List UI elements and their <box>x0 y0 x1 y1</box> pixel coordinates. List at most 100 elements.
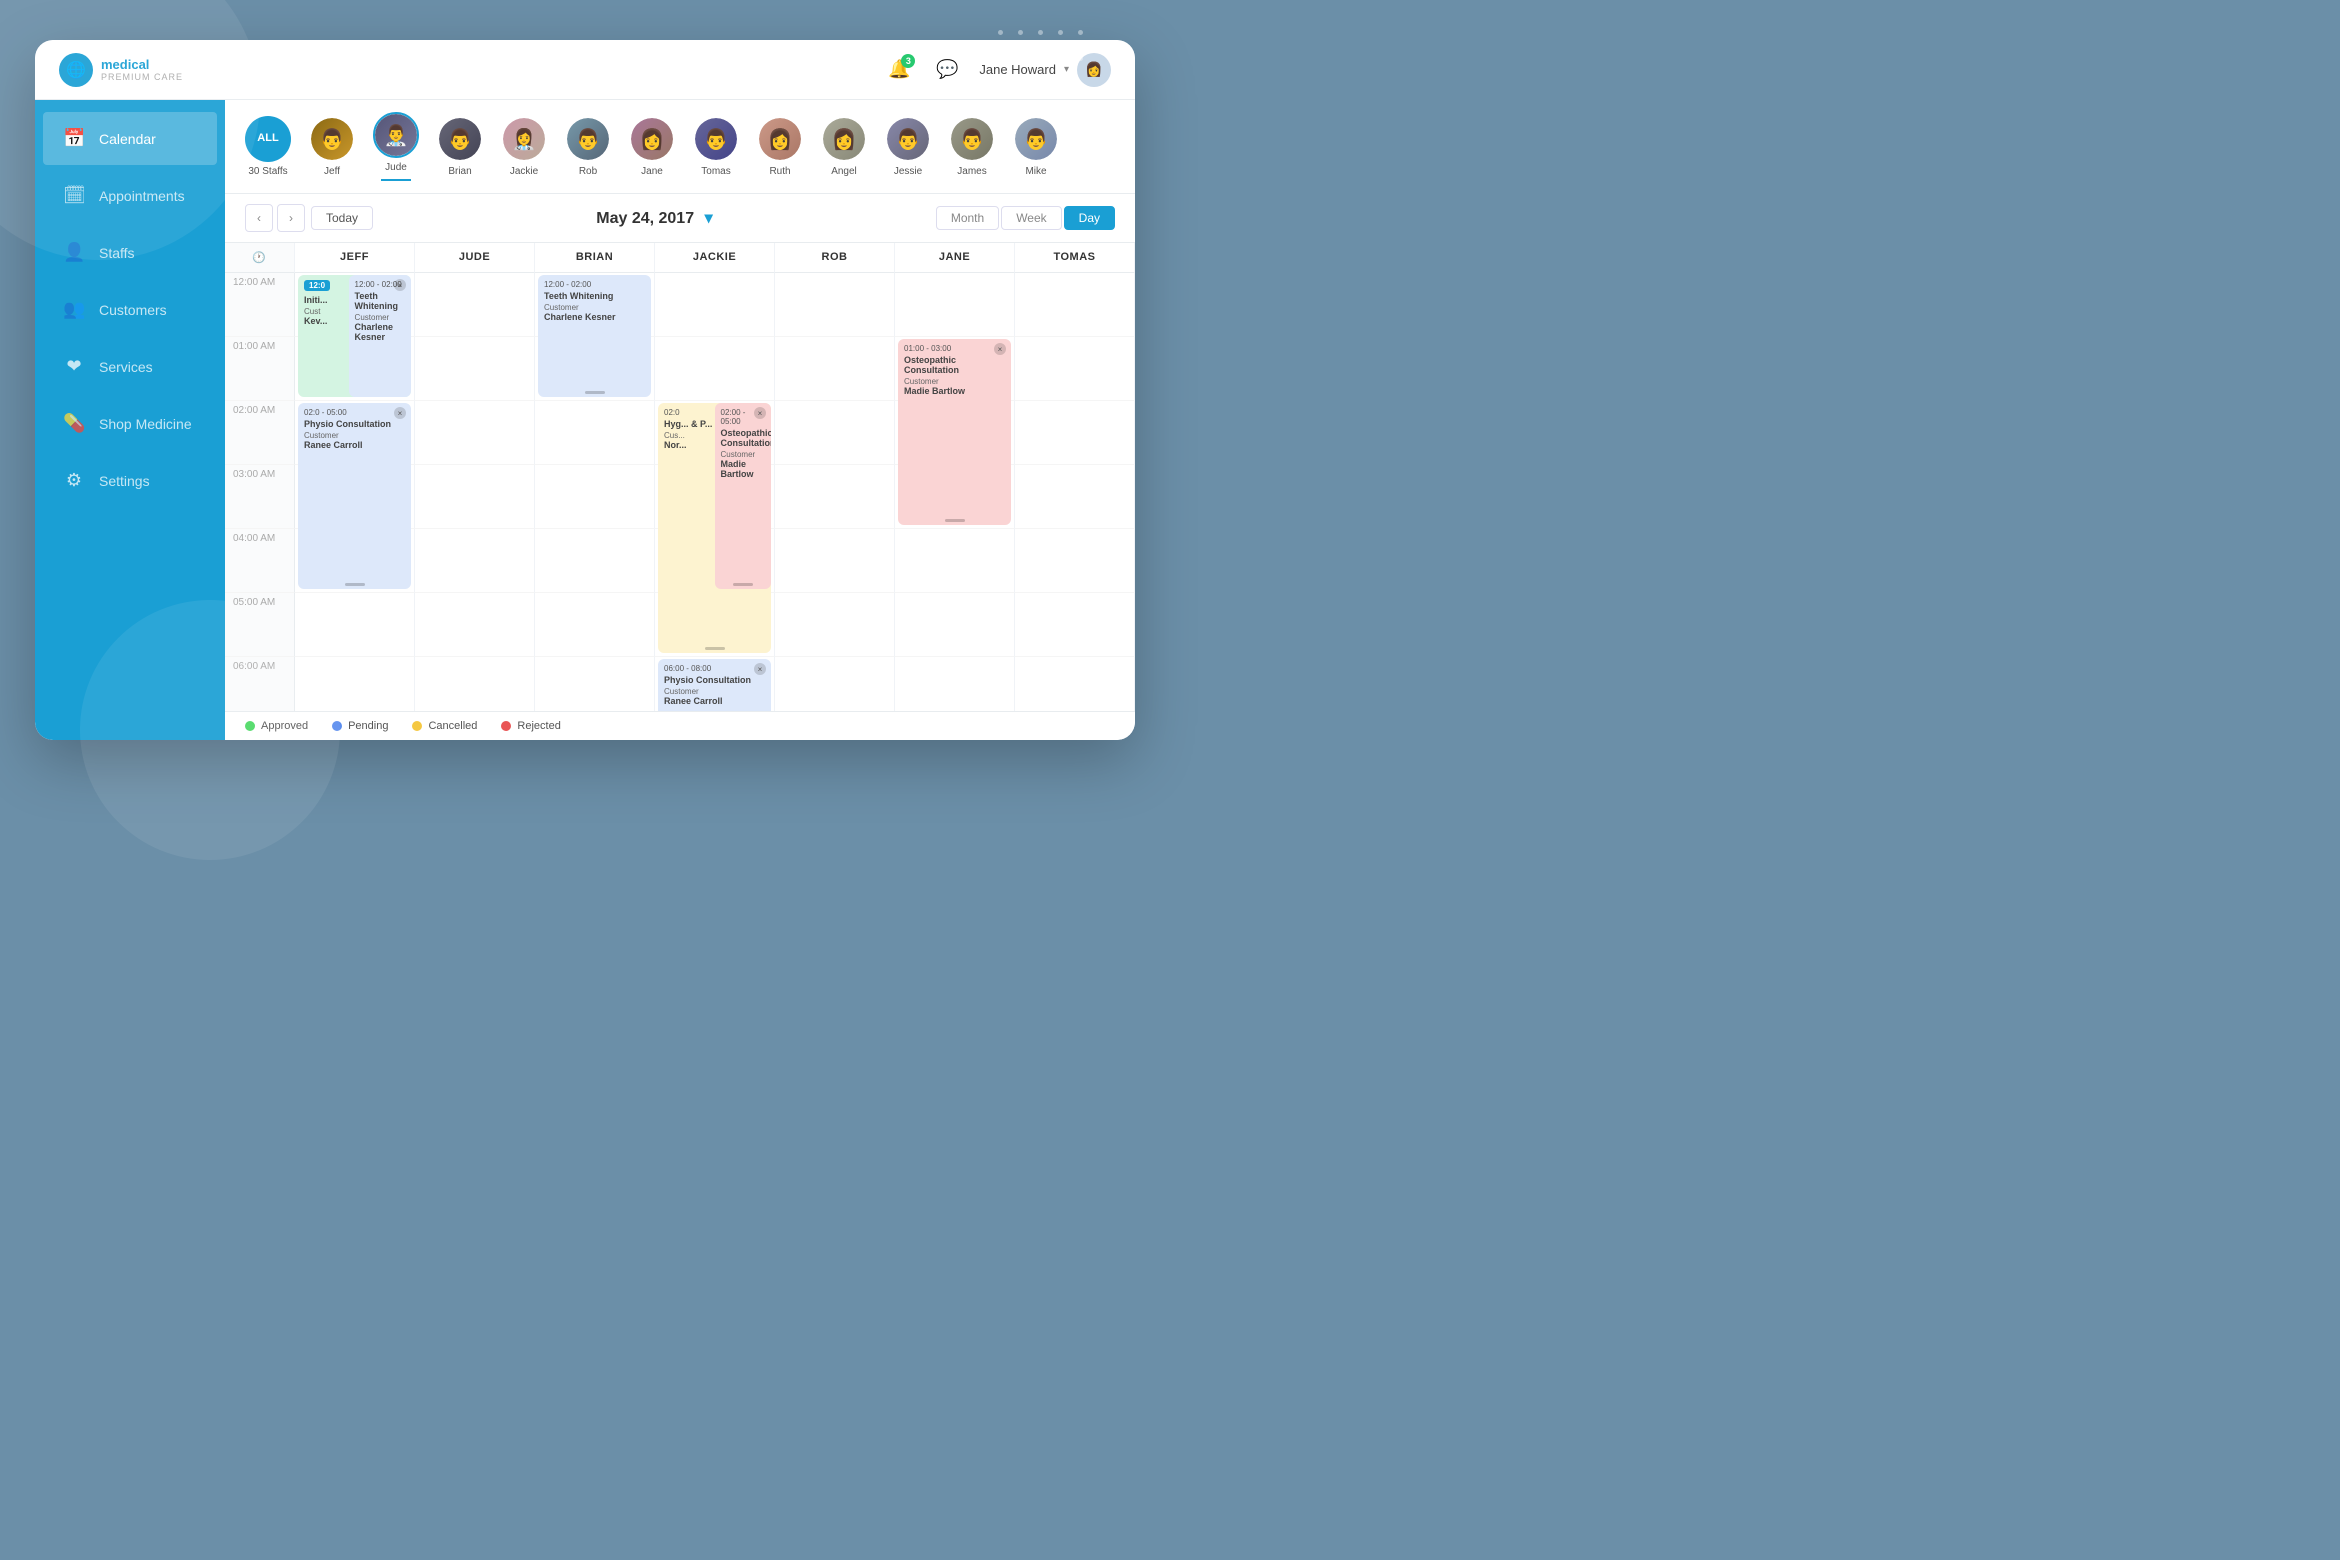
sidebar-item-services[interactable]: ❤ Services <box>43 340 217 393</box>
today-button[interactable]: Today <box>311 206 373 230</box>
prev-button[interactable]: ‹ <box>245 204 273 232</box>
sidebar-item-settings[interactable]: ⚙ Settings <box>43 454 217 507</box>
col-header-jackie: JACKIE <box>655 243 775 273</box>
staff-jeff[interactable]: 👨 Jeff <box>309 116 355 177</box>
settings-icon: ⚙ <box>63 470 85 491</box>
event-block[interactable]: 12:00 - 02:00 Teeth Whitening Customer C… <box>538 275 651 397</box>
staffs-icon: 👤 <box>63 242 85 263</box>
col-header-jeff: JEFF <box>295 243 415 273</box>
all-staff-button[interactable]: ALL 30 Staffs <box>245 116 291 177</box>
time-cell-4: 04:00 AM <box>225 529 295 593</box>
staff-angel[interactable]: 👩 Angel <box>821 116 867 177</box>
grid-cell-row4-col5 <box>895 529 1015 593</box>
calendar-grid: 🕐 JEFF JUDE BRIAN JACKIE ROB JANE TOMAS … <box>225 243 1135 711</box>
week-view-button[interactable]: Week <box>1001 206 1061 230</box>
staff-ruth[interactable]: 👩 Ruth <box>757 116 803 177</box>
grid-cell-row4-col4 <box>775 529 895 593</box>
grid-cell-row0-col1 <box>415 273 535 337</box>
sidebar-item-services-label: Services <box>99 359 153 375</box>
grid-cell-row1-col3 <box>655 337 775 401</box>
staff-tomas[interactable]: 👨 Tomas <box>693 116 739 177</box>
notification-badge: 3 <box>901 54 915 68</box>
calendar-icon: 📅 <box>63 128 85 149</box>
close-icon[interactable]: × <box>754 663 766 675</box>
message-button[interactable]: 💬 <box>931 54 963 86</box>
shop-icon: 💊 <box>63 413 85 434</box>
legend-pending: Pending <box>332 720 388 732</box>
close-icon[interactable]: × <box>394 279 406 291</box>
grid-cell-row1-col5: 01:00 - 03:00 Osteopathic Consultation C… <box>895 337 1015 401</box>
user-name: Jane Howard <box>979 62 1056 77</box>
calendar-toolbar: ‹ › Today May 24, 2017 ▾ Month Week Day <box>225 194 1135 243</box>
sidebar-item-customers-label: Customers <box>99 302 167 318</box>
month-view-button[interactable]: Month <box>936 206 999 230</box>
logo-icon: 🌐 <box>59 53 93 87</box>
col-header-jude: JUDE <box>415 243 535 273</box>
grid-cell-row5-col6 <box>1015 593 1135 657</box>
day-view-button[interactable]: Day <box>1064 206 1115 230</box>
staff-rob[interactable]: 👨 Rob <box>565 116 611 177</box>
grid-cell-row0-col3 <box>655 273 775 337</box>
rejected-label: Rejected <box>517 720 560 732</box>
staff-brian[interactable]: 👨 Brian <box>437 116 483 177</box>
drag-handle[interactable] <box>945 519 965 522</box>
grid-cell-row4-col1 <box>415 529 535 593</box>
calendar-grid-wrapper: 🕐 JEFF JUDE BRIAN JACKIE ROB JANE TOMAS … <box>225 243 1135 711</box>
legend-rejected: Rejected <box>501 720 560 732</box>
staff-james[interactable]: 👨 James <box>949 116 995 177</box>
drag-handle[interactable] <box>705 647 725 650</box>
close-icon[interactable]: × <box>994 343 1006 355</box>
grid-cell-row0-col6 <box>1015 273 1135 337</box>
close-icon[interactable]: × <box>754 407 766 419</box>
drag-handle[interactable] <box>733 583 753 586</box>
grid-cell-row5-col4 <box>775 593 895 657</box>
grid-cell-row5-col0 <box>295 593 415 657</box>
event-block[interactable]: 06:00 - 08:00 Physio Consultation Custom… <box>658 659 771 711</box>
time-cell-3: 03:00 AM <box>225 465 295 529</box>
event-block[interactable]: 02:0 - 05:00 Physio Consultation Custome… <box>298 403 411 589</box>
sidebar-item-staffs[interactable]: 👤 Staffs <box>43 226 217 279</box>
staff-jane[interactable]: 👩 Jane <box>629 116 675 177</box>
sidebar-item-shop-label: Shop Medicine <box>99 416 192 432</box>
close-icon[interactable]: × <box>394 407 406 419</box>
grid-cell-row6-col6 <box>1015 657 1135 711</box>
legend-bar: Approved Pending Cancelled Rejected <box>225 711 1135 740</box>
rejected-dot <box>501 721 511 731</box>
content-area: ALL 30 Staffs 👨 Jeff 👨‍⚕️ Jude 👨 Brian <box>225 100 1135 740</box>
grid-cell-row2-col1 <box>415 401 535 465</box>
grid-cell-row0-col5 <box>895 273 1015 337</box>
drag-handle[interactable] <box>585 391 605 394</box>
next-button[interactable]: › <box>277 204 305 232</box>
grid-cell-row6-col0 <box>295 657 415 711</box>
event-block[interactable]: 02:00 - 05:00 Osteopathic Consultation C… <box>715 403 772 589</box>
time-cell-1: 01:00 AM <box>225 337 295 401</box>
sidebar-item-appointments[interactable]: 🗓 Appointments <box>43 169 217 222</box>
event-block[interactable]: 12:00 - 02:00 Teeth Whitening Customer C… <box>349 275 411 397</box>
staff-jude[interactable]: 👨‍⚕️ Jude <box>373 112 419 181</box>
sidebar-item-calendar[interactable]: 📅 Calendar <box>43 112 217 165</box>
event-block[interactable]: 01:00 - 03:00 Osteopathic Consultation C… <box>898 339 1011 525</box>
grid-cell-row3-col1 <box>415 465 535 529</box>
sidebar-item-shop[interactable]: 💊 Shop Medicine <box>43 397 217 450</box>
approved-label: Approved <box>261 720 308 732</box>
staff-row: ALL 30 Staffs 👨 Jeff 👨‍⚕️ Jude 👨 Brian <box>225 100 1135 194</box>
grid-cell-row2-col0: 02:0 - 05:00 Physio Consultation Custome… <box>295 401 415 465</box>
sidebar: 📅 Calendar 🗓 Appointments 👤 Staffs 👥 Cus… <box>35 100 225 740</box>
notification-button[interactable]: 🔔 3 <box>883 54 915 86</box>
sidebar-item-appointments-label: Appointments <box>99 188 185 204</box>
staff-jessie[interactable]: 👨 Jessie <box>885 116 931 177</box>
grid-cell-row1-col1 <box>415 337 535 401</box>
header: 🌐 medical PREMIUM CARE 🔔 3 💬 Jane Howard… <box>35 40 1135 100</box>
staff-mike[interactable]: 👨 Mike <box>1013 116 1059 177</box>
grid-cell-row6-col5 <box>895 657 1015 711</box>
staff-jackie[interactable]: 👩‍⚕️ Jackie <box>501 116 547 177</box>
time-cell-6: 06:00 AM <box>225 657 295 711</box>
all-staff-circle: ALL <box>245 116 291 162</box>
sidebar-item-settings-label: Settings <box>99 473 150 489</box>
sidebar-item-customers[interactable]: 👥 Customers <box>43 283 217 336</box>
grid-cell-row0-col4 <box>775 273 895 337</box>
legend-approved: Approved <box>245 720 308 732</box>
drag-handle[interactable] <box>345 583 365 586</box>
grid-cell-row0-col0: 12:0 Initi... Cust Kev... × 12:00 - 02:0… <box>295 273 415 337</box>
logo: 🌐 medical PREMIUM CARE <box>59 53 183 87</box>
